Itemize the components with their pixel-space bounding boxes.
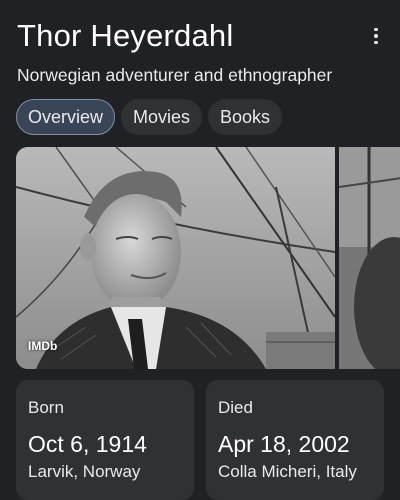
born-card[interactable]: Born Oct 6, 1914 Larvik, Norway bbox=[16, 380, 194, 500]
second-photo[interactable] bbox=[339, 147, 400, 369]
died-card[interactable]: Died Apr 18, 2002 Colla Micheri, Italy bbox=[206, 380, 384, 500]
tab-movies[interactable]: Movies bbox=[121, 99, 203, 135]
died-place: Colla Micheri, Italy bbox=[218, 462, 357, 481]
second-photo-image bbox=[339, 147, 400, 369]
died-label: Died bbox=[218, 398, 253, 417]
tab-overview[interactable]: Overview bbox=[16, 99, 116, 135]
more-options-button[interactable] bbox=[366, 26, 386, 46]
born-date: Oct 6, 1914 bbox=[28, 431, 147, 457]
page-title: Thor Heyerdahl bbox=[17, 18, 234, 53]
tab-bar: Overview Movies Books bbox=[16, 99, 283, 135]
born-label: Born bbox=[28, 398, 64, 417]
died-date: Apr 18, 2002 bbox=[218, 431, 350, 457]
imdb-source-badge: IMDb bbox=[28, 339, 58, 353]
born-place: Larvik, Norway bbox=[28, 462, 141, 481]
photo-carousel[interactable]: IMDb bbox=[0, 147, 400, 369]
tab-books[interactable]: Books bbox=[208, 99, 283, 135]
page-subtitle: Norwegian adventurer and ethnographer bbox=[17, 65, 333, 85]
more-vert-icon bbox=[374, 27, 378, 45]
portrait-photo[interactable]: IMDb bbox=[16, 147, 335, 369]
portrait-image bbox=[16, 147, 335, 369]
